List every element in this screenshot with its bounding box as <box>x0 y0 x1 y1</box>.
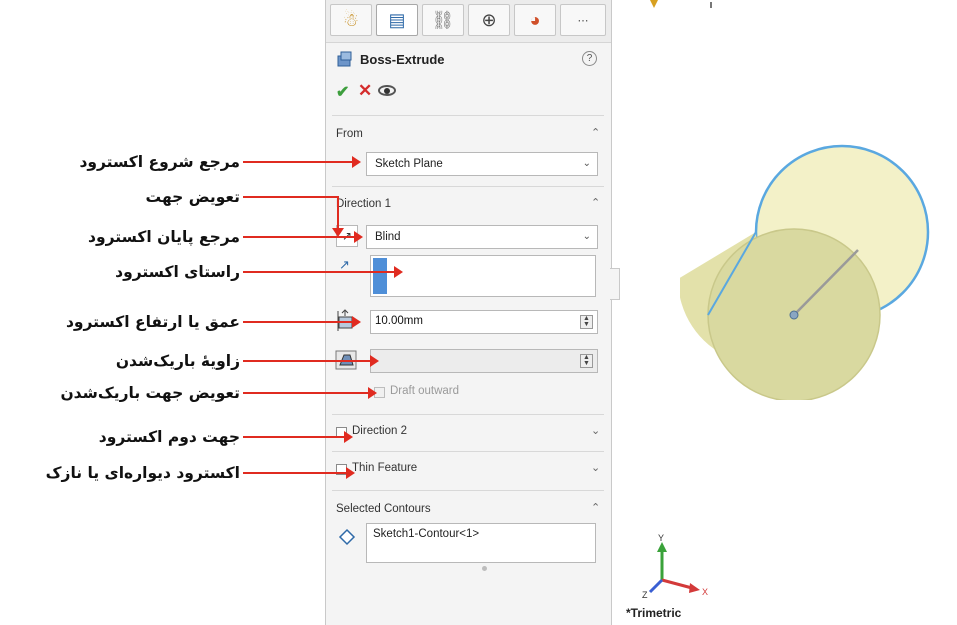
arrow-head-icon <box>346 467 355 479</box>
view-orientation-label: *Trimetric <box>626 606 682 620</box>
more-tab[interactable]: ⋯ <box>560 4 606 36</box>
manager-tab-bar: ☃ ▤ ⛓ ⊕ ◕ ⋯ <box>326 0 611 43</box>
triad-x-label: X <box>702 587 708 597</box>
chevron-down-icon: ⌄ <box>582 231 591 242</box>
selected-contours-header[interactable]: Selected Contours <box>336 503 431 515</box>
callout-text: مرجع پایان اکسترود <box>88 228 240 246</box>
callout-arrow-line <box>243 392 369 394</box>
callout-text: اکسترود دیواره‌ای یا نازک <box>45 464 240 482</box>
callout-arrow-line <box>243 196 339 198</box>
expand-chevron-icon[interactable]: ⌄ <box>591 461 600 474</box>
callout-arrow-line <box>243 472 347 474</box>
callout-text: جهت دوم اکسترود <box>98 428 240 446</box>
ok-check-icon[interactable]: ✔ <box>336 82 349 102</box>
chevron-down-icon: ⌄ <box>582 158 591 169</box>
callout-arrow-line <box>243 161 353 163</box>
callout-arrow-line <box>243 360 371 362</box>
draft-angle-input[interactable]: ▲ ▼ <box>370 349 598 373</box>
callout-text: تعویض جهت باریک‌شدن <box>60 384 240 402</box>
callout-text: تعویض جهت <box>145 188 240 206</box>
from-section-header[interactable]: From <box>336 128 363 140</box>
selected-contours-list[interactable]: Sketch1-Contour<1> <box>366 523 596 563</box>
from-value: Sketch Plane <box>375 158 443 170</box>
callout-text: مرجع شروع اکسترود <box>79 153 240 171</box>
divider <box>332 186 604 187</box>
property-list-icon: ▤ <box>388 9 406 30</box>
extruded-cylinder-model <box>680 144 930 400</box>
boss-extrude-icon <box>337 51 352 67</box>
cancel-x-icon[interactable]: ✕ <box>358 81 372 101</box>
callout-text: عمق یا ارتفاع اکسترود <box>65 313 240 331</box>
divider <box>332 115 604 116</box>
thin-feature-section-header[interactable]: Thin Feature <box>352 462 417 474</box>
callout-arrow-drop <box>337 196 339 230</box>
expand-chevron-icon[interactable]: ⌄ <box>591 424 600 437</box>
draft-angle-spinner[interactable]: ▲ ▼ <box>580 354 593 368</box>
resize-grip-dot[interactable] <box>482 566 487 571</box>
collapse-chevron-icon[interactable]: ⌃ <box>591 501 600 514</box>
configuration-icon: ⛓ <box>431 9 455 30</box>
from-select[interactable]: Sketch Plane ⌄ <box>366 152 598 176</box>
direction1-section-header[interactable]: Direction 1 <box>336 198 391 210</box>
callout-arrow-line <box>243 321 353 323</box>
display-manager-tab[interactable]: ◕ <box>514 4 556 36</box>
heads-up-toolbar-fragment <box>650 0 712 8</box>
feature-manager-tab[interactable]: ☃ <box>330 4 372 36</box>
draft-outward-label: Draft outward <box>390 385 460 397</box>
callout-arrow-line <box>243 436 345 438</box>
triad-z-label: Z <box>642 590 648 600</box>
callout-arrow-line <box>243 271 395 273</box>
direction-of-extrusion-field[interactable] <box>370 255 596 297</box>
depth-input[interactable]: 10.00mm ▲ ▼ <box>370 310 598 334</box>
collapse-chevron-icon[interactable]: ⌃ <box>591 126 600 139</box>
property-manager-tab[interactable]: ▤ <box>376 4 418 36</box>
contour-item[interactable]: Sketch1-Contour<1> <box>373 528 479 540</box>
appearance-sphere-icon: ◕ <box>529 9 541 30</box>
depth-value: 10.00mm <box>375 315 423 327</box>
feature-tree-icon: ☃ <box>342 9 360 30</box>
callout-arrow-line <box>243 236 355 238</box>
arrow-head-icon <box>394 266 403 278</box>
preview-eye-icon[interactable] <box>378 85 396 96</box>
arrow-head-icon <box>344 431 353 443</box>
dimxpert-manager-tab[interactable]: ⊕ <box>468 4 510 36</box>
arrow-head-icon <box>368 387 377 399</box>
arrow-head-icon <box>352 156 361 168</box>
more-icon: ⋯ <box>577 14 589 27</box>
property-manager-panel: ☃ ▤ ⛓ ⊕ ◕ ⋯ Boss-Extrude ? ✔ ✕ From ⌃ Sk… <box>325 0 612 625</box>
divider <box>332 451 604 452</box>
selection-highlight <box>373 258 387 294</box>
configuration-manager-tab[interactable]: ⛓ <box>422 4 464 36</box>
triad-y-label: Y <box>658 533 664 543</box>
end-condition-value: Blind <box>375 231 401 243</box>
feature-title: Boss-Extrude <box>360 52 445 67</box>
arrow-head-icon <box>370 355 379 367</box>
arrow-head-icon <box>354 231 363 243</box>
callout-text: زاویهٔ باریک‌شدن <box>115 352 240 370</box>
end-condition-select[interactable]: Blind ⌄ <box>366 225 598 249</box>
crosshair-icon: ⊕ <box>481 9 497 30</box>
collapse-chevron-icon[interactable]: ⌃ <box>591 196 600 209</box>
help-icon[interactable]: ? <box>582 51 597 66</box>
depth-spinner[interactable]: ▲ ▼ <box>580 315 593 329</box>
direction2-section-header[interactable]: Direction 2 <box>352 425 407 437</box>
divider <box>332 414 604 415</box>
divider <box>332 490 604 491</box>
callout-text: راستای اکسترود <box>115 263 240 281</box>
contour-diamond-icon <box>338 528 356 546</box>
panel-collapse-grip[interactable] <box>610 268 620 300</box>
arrow-head-icon <box>352 316 361 328</box>
coordinate-triad-icon: Y X Z <box>642 533 708 600</box>
